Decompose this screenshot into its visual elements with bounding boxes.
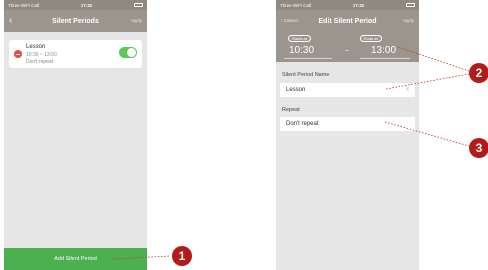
callout-line-1 [112, 255, 171, 260]
callout-line-3 [384, 121, 470, 147]
callout-line-2b [385, 73, 470, 90]
callout-lines [112, 46, 470, 260]
callout-badge-1: 1 [172, 246, 192, 266]
callout-line-2a [397, 46, 470, 72]
callout-badge-2: 2 [469, 63, 488, 83]
callout-badge-3: 3 [469, 138, 488, 158]
